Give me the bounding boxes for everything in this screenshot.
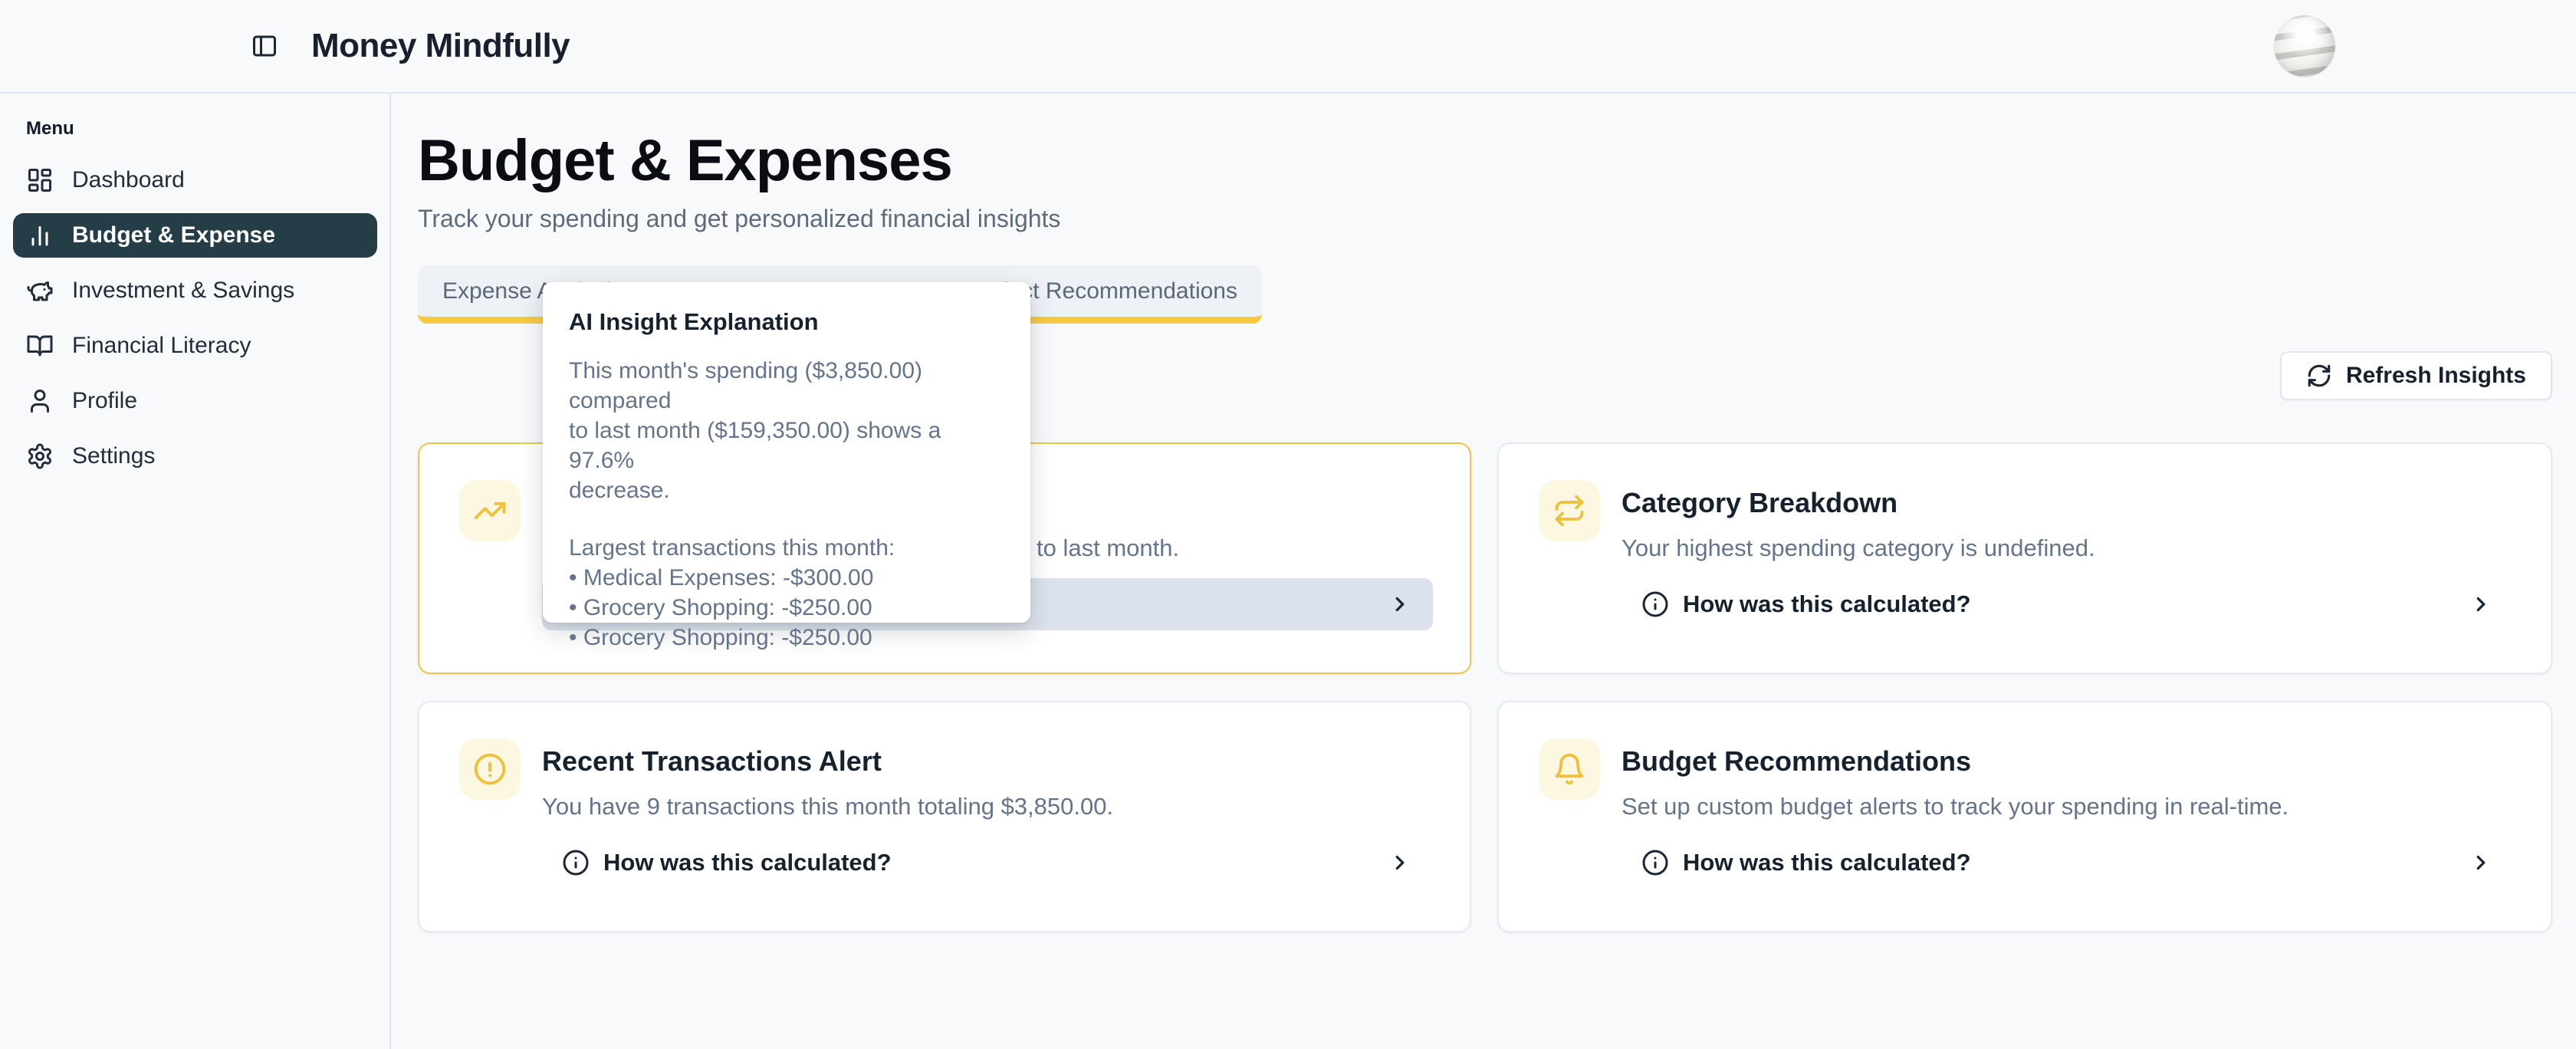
sidebar-item-label: Settings <box>72 443 155 469</box>
sidebar-item-dashboard[interactable]: Dashboard <box>13 158 377 202</box>
user-icon <box>26 387 54 415</box>
card-title: Recent Transactions Alert <box>542 745 1433 778</box>
sidebar-item-label: Profile <box>72 388 137 414</box>
piggy-bank-icon <box>26 277 54 304</box>
ai-insight-tooltip: AI Insight Explanation This month's spen… <box>543 282 1030 623</box>
sidebar-toggle-button[interactable] <box>247 28 282 64</box>
card-budget-recommendations: Budget Recommendations Set up custom bud… <box>1497 701 2552 932</box>
card-title: Category Breakdown <box>1622 486 2514 520</box>
card-category-breakdown: Category Breakdown Your highest spending… <box>1497 442 2552 674</box>
tooltip-summary: This month's spending ($3,850.00) compar… <box>569 356 1004 505</box>
how-calculated-label: How was this calculated? <box>1683 590 1971 618</box>
info-icon <box>1641 590 1669 618</box>
alert-circle-icon <box>459 738 521 800</box>
refresh-insights-button[interactable]: Refresh Insights <box>2280 351 2552 400</box>
menu-section-label: Menu <box>26 118 389 140</box>
how-calculated-label: How was this calculated? <box>603 849 892 876</box>
tooltip-title: AI Insight Explanation <box>569 308 1004 336</box>
chevron-right-icon <box>2469 593 2492 616</box>
how-calculated-row[interactable]: How was this calculated? <box>1622 578 2514 630</box>
trending-up-icon <box>459 480 521 541</box>
bar-chart-icon <box>26 222 54 249</box>
chevron-right-icon <box>1388 593 1411 616</box>
card-body: Budget Recommendations Set up custom bud… <box>1622 738 2514 889</box>
sidebar-item-investment-savings[interactable]: Investment & Savings <box>13 268 377 313</box>
chevron-right-icon <box>2469 851 2492 874</box>
info-icon <box>1641 849 1669 876</box>
sidebar-item-profile[interactable]: Profile <box>13 379 377 423</box>
how-calculated-row[interactable]: How was this calculated? <box>542 837 1433 889</box>
open-book-icon <box>26 332 54 360</box>
sidebar-item-label: Dashboard <box>72 167 185 193</box>
sidebar-item-label: Financial Literacy <box>72 333 251 359</box>
sidebar: Menu Dashboard Budget & Expense Investme… <box>0 94 391 1049</box>
dashboard-grid-icon <box>26 166 54 194</box>
tooltip-transactions: Largest transactions this month: • Medic… <box>569 533 1004 653</box>
chevron-right-icon <box>1388 851 1411 874</box>
card-body: Category Breakdown Your highest spending… <box>1622 480 2514 630</box>
card-recent-transactions-alert: Recent Transactions Alert You have 9 tra… <box>418 701 1471 932</box>
sidebar-item-settings[interactable]: Settings <box>13 434 377 478</box>
how-calculated-label: How was this calculated? <box>1683 849 1971 876</box>
refresh-insights-label: Refresh Insights <box>2346 363 2526 389</box>
card-title: Budget Recommendations <box>1622 745 2514 778</box>
avatar[interactable] <box>2274 15 2335 77</box>
bell-icon <box>1539 738 1600 800</box>
app-title: Money Mindfully <box>311 27 570 65</box>
info-icon <box>562 849 590 876</box>
how-calculated-row[interactable]: How was this calculated? <box>1622 837 2514 889</box>
page-title: Budget & Expenses <box>418 127 2552 194</box>
sidebar-item-label: Investment & Savings <box>72 278 294 304</box>
sidebar-item-label: Budget & Expense <box>72 222 275 248</box>
card-description: Your highest spending category is undefi… <box>1622 534 2514 563</box>
card-description: You have 9 transactions this month total… <box>542 792 1433 821</box>
panel-left-icon <box>251 32 278 60</box>
sidebar-item-budget-expense[interactable]: Budget & Expense <box>13 213 377 258</box>
sidebar-item-financial-literacy[interactable]: Financial Literacy <box>13 324 377 368</box>
card-body: Recent Transactions Alert You have 9 tra… <box>542 738 1433 889</box>
refresh-icon <box>2306 363 2332 389</box>
gear-icon <box>26 442 54 470</box>
app-header: Money Mindfully <box>0 0 2576 94</box>
page-subtitle: Track your spending and get personalized… <box>418 205 2552 233</box>
card-description: Set up custom budget alerts to track you… <box>1622 792 2514 821</box>
repeat-icon <box>1539 480 1600 541</box>
